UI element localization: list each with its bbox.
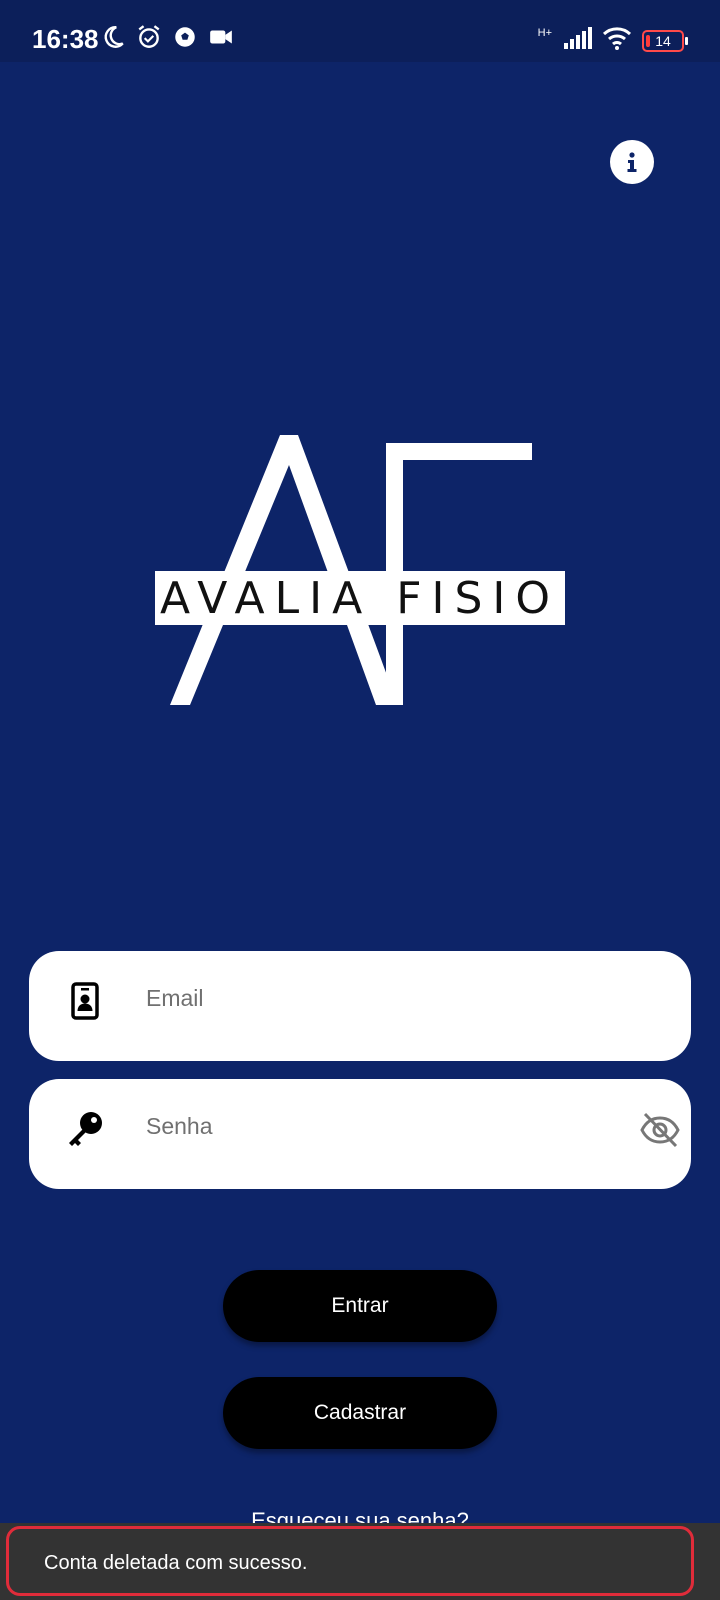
app-logo: AVALIA FISIO <box>150 435 570 725</box>
login-button[interactable]: Entrar <box>223 1270 497 1342</box>
password-field[interactable]: Senha <box>29 1079 691 1189</box>
soccer-ball-icon <box>172 24 198 50</box>
video-camera-icon <box>208 24 234 50</box>
wifi-icon <box>602 26 632 55</box>
key-icon <box>69 1112 102 1146</box>
signal-icon <box>562 27 592 54</box>
snackbar-message: Conta deletada com sucesso. <box>44 1552 308 1574</box>
alarm-icon <box>136 24 162 50</box>
logo-band: AVALIA FISIO <box>155 571 565 625</box>
battery-icon: 14 <box>642 29 688 52</box>
logo-text: AVALIA FISIO <box>159 572 561 624</box>
eye-off-icon[interactable] <box>639 1109 681 1151</box>
id-badge-icon <box>71 982 99 1020</box>
status-bar: 16:38 H+ 14 <box>0 0 720 62</box>
status-time: 16:38 <box>32 24 99 54</box>
status-left-icons <box>100 24 234 50</box>
info-icon <box>627 152 637 172</box>
status-right-icons: H+ 14 <box>537 26 688 55</box>
password-placeholder: Senha <box>146 1113 213 1139</box>
info-button[interactable] <box>610 140 654 184</box>
email-placeholder: Email <box>146 985 204 1011</box>
email-field[interactable]: Email <box>29 951 691 1061</box>
register-button[interactable]: Cadastrar <box>223 1377 497 1449</box>
moon-icon <box>100 24 126 50</box>
network-type: H+ <box>537 26 552 39</box>
